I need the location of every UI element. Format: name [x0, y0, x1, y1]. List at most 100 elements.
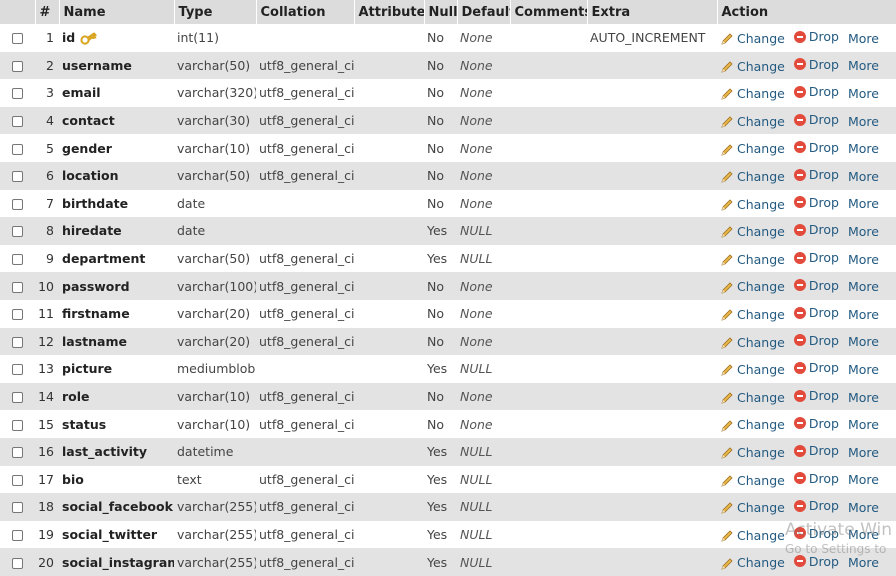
row-checkbox[interactable] — [12, 116, 23, 128]
more-button[interactable]: More — [848, 196, 879, 211]
row-checkbox[interactable] — [12, 364, 23, 376]
more-button[interactable]: More — [848, 362, 879, 377]
drop-button[interactable]: Drop — [793, 498, 839, 513]
row-checkbox[interactable] — [12, 309, 23, 321]
row-checkbox-cell — [0, 161, 35, 190]
row-checkbox[interactable] — [12, 502, 23, 514]
change-button[interactable]: Change — [720, 141, 785, 157]
row-checkbox[interactable] — [12, 336, 23, 348]
drop-label: Drop — [808, 415, 839, 431]
header-attributes[interactable]: Attributes — [354, 0, 425, 24]
change-button[interactable]: Change — [720, 527, 785, 543]
more-button[interactable]: More — [848, 86, 879, 101]
column-attributes — [354, 299, 424, 328]
more-button[interactable]: More — [848, 169, 879, 184]
more-button[interactable]: More — [848, 252, 879, 267]
more-button[interactable]: More — [848, 334, 879, 349]
row-checkbox[interactable] — [12, 474, 23, 486]
column-collation — [256, 189, 354, 218]
row-checkbox[interactable] — [12, 557, 23, 569]
more-button[interactable]: More — [848, 58, 879, 73]
more-button[interactable]: More — [848, 417, 879, 432]
change-button[interactable]: Change — [720, 252, 785, 268]
row-checkbox[interactable] — [12, 171, 23, 183]
column-null: No — [424, 106, 457, 135]
change-button[interactable]: Change — [720, 196, 785, 212]
drop-button[interactable]: Drop — [793, 305, 839, 320]
drop-button[interactable]: Drop — [793, 278, 839, 293]
change-button[interactable]: Change — [720, 417, 785, 433]
drop-button[interactable]: Drop — [793, 471, 839, 486]
more-button[interactable]: More — [848, 141, 879, 156]
row-actions: Change Drop More — [717, 24, 896, 52]
row-checkbox[interactable] — [12, 198, 23, 210]
row-checkbox[interactable] — [12, 60, 23, 72]
change-button[interactable]: Change — [720, 307, 785, 323]
change-button[interactable]: Change — [720, 58, 785, 74]
change-button[interactable]: Change — [720, 224, 785, 240]
row-checkbox[interactable] — [12, 392, 23, 404]
row-checkbox[interactable] — [12, 254, 23, 266]
row-checkbox[interactable] — [12, 447, 23, 459]
row-checkbox[interactable] — [12, 281, 23, 293]
change-button[interactable]: Change — [720, 500, 785, 516]
change-button[interactable]: Change — [720, 445, 785, 461]
drop-button[interactable]: Drop — [793, 222, 839, 237]
change-button[interactable]: Change — [720, 555, 785, 571]
drop-button[interactable]: Drop — [793, 250, 839, 265]
change-button[interactable]: Change — [720, 279, 785, 295]
drop-button[interactable]: Drop — [793, 140, 839, 155]
drop-button[interactable]: Drop — [793, 526, 839, 541]
header-name[interactable]: Name — [59, 0, 175, 24]
more-button[interactable]: More — [848, 279, 879, 294]
change-button[interactable]: Change — [720, 31, 785, 47]
change-button[interactable]: Change — [720, 169, 785, 185]
change-button[interactable]: Change — [720, 114, 785, 130]
drop-button[interactable]: Drop — [793, 112, 839, 127]
more-button[interactable]: More — [848, 390, 879, 405]
header-collation[interactable]: Collation — [256, 0, 355, 24]
drop-button[interactable]: Drop — [793, 29, 839, 44]
more-button[interactable]: More — [848, 500, 879, 515]
drop-button[interactable]: Drop — [793, 360, 839, 375]
change-button[interactable]: Change — [720, 472, 785, 488]
header-null[interactable]: Null — [424, 0, 458, 24]
row-checkbox[interactable] — [12, 419, 23, 431]
column-null: No — [424, 51, 457, 80]
drop-button[interactable]: Drop — [793, 388, 839, 403]
more-button[interactable]: More — [848, 555, 879, 570]
table-row: 19 social_twitter varchar(255) utf8_general… — [0, 520, 896, 549]
drop-button[interactable]: Drop — [793, 554, 839, 569]
column-comments — [510, 217, 587, 245]
row-checkbox[interactable] — [12, 88, 23, 100]
drop-button[interactable]: Drop — [793, 84, 839, 99]
more-button[interactable]: More — [848, 527, 879, 542]
column-extra — [587, 382, 717, 411]
header-comments[interactable]: Comments — [510, 0, 588, 24]
row-checkbox[interactable] — [12, 33, 23, 45]
row-checkbox-cell — [0, 355, 35, 383]
drop-button[interactable]: Drop — [793, 195, 839, 210]
row-checkbox[interactable] — [12, 529, 23, 541]
drop-button[interactable]: Drop — [793, 415, 839, 431]
change-button[interactable]: Change — [720, 390, 785, 406]
header-num[interactable]: # — [35, 0, 60, 24]
drop-button[interactable]: Drop — [793, 57, 839, 72]
more-button[interactable]: More — [848, 307, 879, 322]
drop-button[interactable]: Drop — [793, 443, 839, 458]
more-button[interactable]: More — [848, 114, 879, 129]
change-button[interactable]: Change — [720, 362, 785, 378]
row-checkbox[interactable] — [12, 143, 23, 155]
more-button[interactable]: More — [848, 445, 879, 460]
row-checkbox[interactable] — [12, 226, 23, 238]
more-button[interactable]: More — [848, 224, 879, 239]
header-type[interactable]: Type — [174, 0, 257, 24]
header-extra[interactable]: Extra — [587, 0, 718, 24]
drop-button[interactable]: Drop — [793, 333, 839, 348]
drop-button[interactable]: Drop — [793, 167, 839, 182]
header-default[interactable]: Default — [457, 0, 511, 24]
more-button[interactable]: More — [848, 472, 879, 487]
change-button[interactable]: Change — [720, 86, 785, 102]
more-button[interactable]: More — [848, 31, 879, 46]
change-button[interactable]: Change — [720, 334, 785, 350]
